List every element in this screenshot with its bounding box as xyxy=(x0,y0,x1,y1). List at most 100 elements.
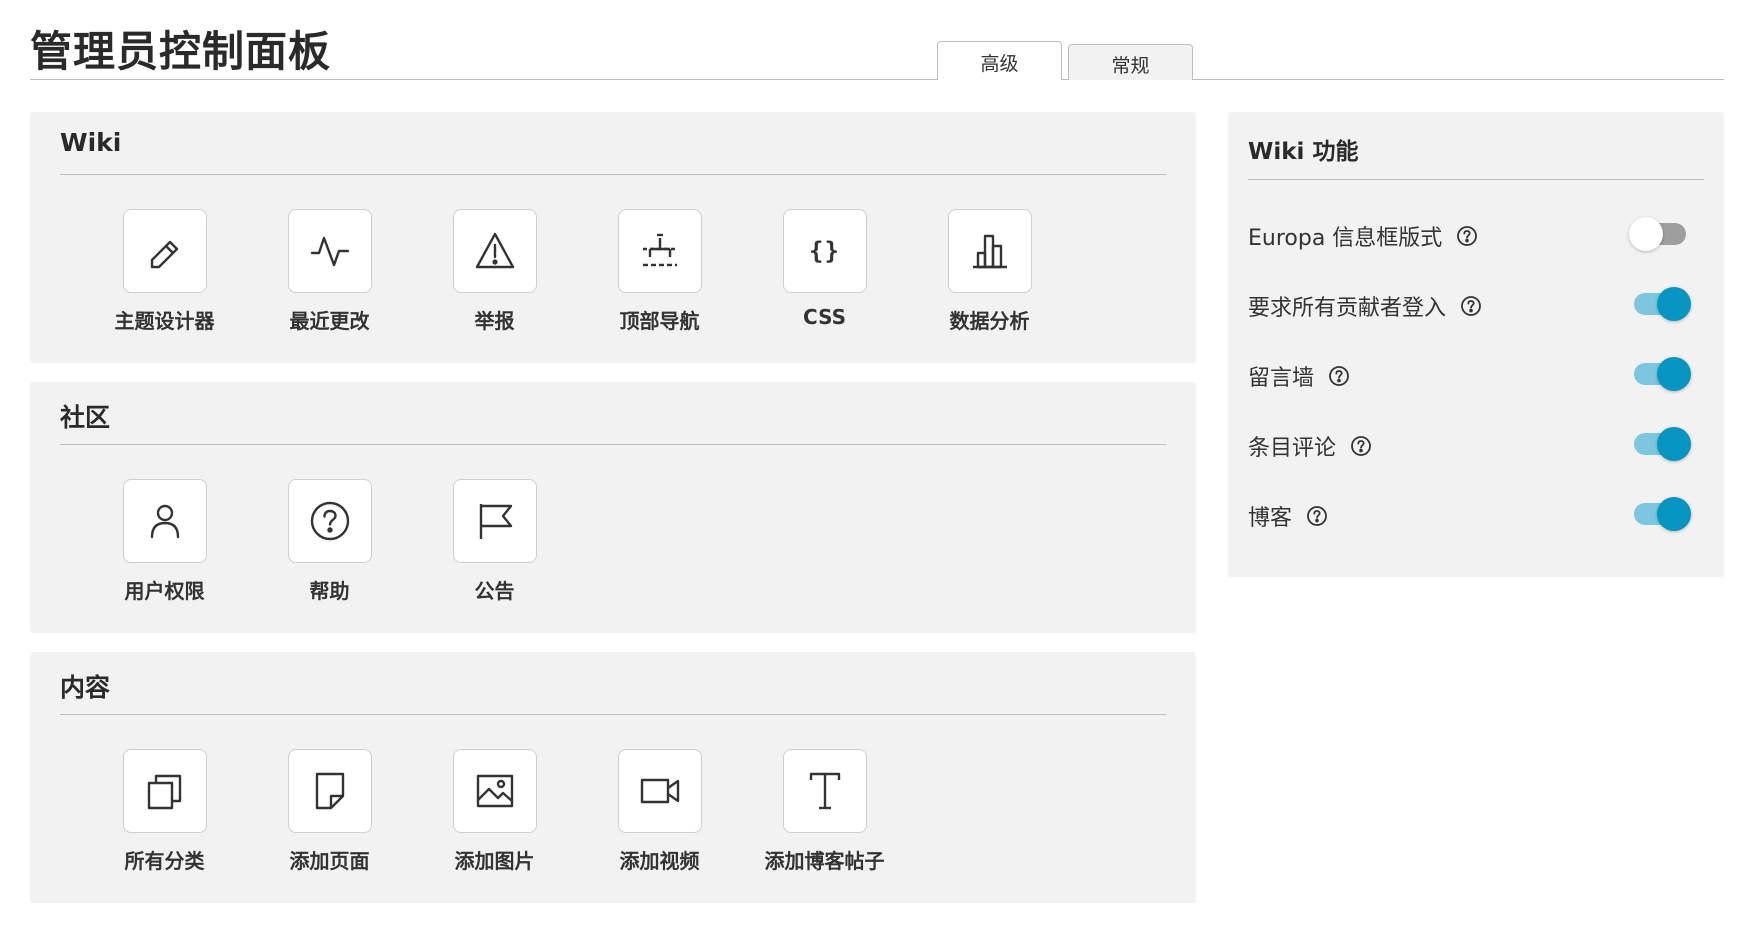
tile-analytics[interactable]: 数据分析 xyxy=(907,209,1072,349)
toggle-knob xyxy=(1657,287,1691,321)
tile-icon-box[interactable] xyxy=(122,749,207,833)
tile-recent-changes[interactable]: 最近更改 xyxy=(247,209,412,349)
tile-label: 所有分类 xyxy=(124,849,205,873)
help-icon[interactable] xyxy=(1328,365,1350,387)
tile-announcements[interactable]: 公告 xyxy=(412,479,577,619)
divider xyxy=(1248,179,1704,180)
tile-add-video[interactable]: 添加视频 xyxy=(577,749,742,889)
feature-label: 留言墙 xyxy=(1248,366,1315,391)
tile-icon-box[interactable] xyxy=(947,209,1032,293)
feature-label: 条目评论 xyxy=(1248,436,1337,461)
image-icon xyxy=(476,774,513,808)
feature-row-europa-infobox: Europa 信息框版式 xyxy=(1248,214,1704,254)
tile-add-blog-post[interactable]: 添加博客帖子 xyxy=(742,749,907,889)
feature-row-message-wall: 留言墙 xyxy=(1248,354,1704,394)
toggle-knob xyxy=(1657,497,1691,531)
tile-icon-box[interactable] xyxy=(287,749,372,833)
tile-icon-box[interactable] xyxy=(122,209,207,293)
tile-all-categories[interactable]: 所有分类 xyxy=(82,749,247,889)
tile-label: 添加图片 xyxy=(454,849,535,873)
panel-title: Wiki 功能 xyxy=(1248,139,1359,165)
tile-label: 添加视频 xyxy=(619,849,700,873)
help-icon[interactable] xyxy=(1350,435,1372,457)
tile-label: 添加页面 xyxy=(289,849,370,873)
tile-icon-box[interactable] xyxy=(287,209,372,293)
tile-list: 所有分类 添加页面 添加图片 添加视频 添加博客帖子 xyxy=(82,749,907,889)
tile-add-image[interactable]: 添加图片 xyxy=(412,749,577,889)
tile-label: 用户权限 xyxy=(124,579,205,603)
help-icon[interactable] xyxy=(1456,225,1478,247)
toggle-switch[interactable] xyxy=(1631,287,1691,321)
tile-icon-box[interactable] xyxy=(452,209,537,293)
section-title: Wiki xyxy=(60,128,122,157)
tile-label: 添加博客帖子 xyxy=(764,849,885,873)
tile-reports[interactable]: 举报 xyxy=(412,209,577,349)
text-icon xyxy=(809,772,840,810)
tile-icon-box[interactable] xyxy=(287,479,372,563)
tab-advanced[interactable]: 高级 xyxy=(937,41,1062,80)
warning-icon xyxy=(475,232,514,269)
toggle-switch[interactable] xyxy=(1631,427,1691,461)
tile-label: 数据分析 xyxy=(949,309,1030,333)
section-wiki: Wiki 主题设计器 最近更改 举报 顶部导航 {} CSS 数据分析 xyxy=(30,112,1196,363)
tile-user-rights[interactable]: 用户权限 xyxy=(82,479,247,619)
tab-general[interactable]: 常规 xyxy=(1068,44,1193,80)
tab-bar: 高级 常规 xyxy=(937,41,1199,80)
video-icon xyxy=(640,778,679,804)
tile-top-navigation[interactable]: 顶部导航 xyxy=(577,209,742,349)
tile-theme-designer[interactable]: 主题设计器 xyxy=(82,209,247,349)
tile-label: 举报 xyxy=(474,309,515,333)
help-icon[interactable] xyxy=(1306,505,1328,527)
tile-add-page[interactable]: 添加页面 xyxy=(247,749,412,889)
divider xyxy=(60,444,1166,445)
divider xyxy=(60,714,1166,715)
section-content: 内容 所有分类 添加页面 添加图片 添加视频 添加博客帖子 xyxy=(30,652,1196,903)
section-title: 社区 xyxy=(60,403,111,432)
feature-row-blog: 博客 xyxy=(1248,494,1704,534)
toggle-switch[interactable] xyxy=(1629,217,1689,251)
tile-icon-box[interactable] xyxy=(782,749,867,833)
toggle-knob xyxy=(1657,427,1691,461)
tile-icon-box[interactable]: {} xyxy=(782,209,867,293)
tile-help[interactable]: 帮助 xyxy=(247,479,412,619)
wiki-features-panel: Wiki 功能 Europa 信息框版式 要求所有贡献者登入 留言墙 条目评论 … xyxy=(1228,112,1724,577)
tile-label: CSS xyxy=(803,305,846,329)
toggle-switch[interactable] xyxy=(1631,357,1691,391)
pencil-icon xyxy=(150,240,178,269)
tile-icon-box[interactable] xyxy=(122,479,207,563)
toggle-knob xyxy=(1629,217,1663,251)
divider xyxy=(60,174,1166,175)
toggle-knob xyxy=(1657,357,1691,391)
activity-icon xyxy=(310,236,349,267)
feature-label: 博客 xyxy=(1248,506,1293,531)
tile-label: 主题设计器 xyxy=(114,309,215,333)
help-icon[interactable] xyxy=(1460,295,1482,317)
tile-list: 主题设计器 最近更改 举报 顶部导航 {} CSS 数据分析 xyxy=(82,209,1072,349)
feature-row-require-login: 要求所有贡献者登入 xyxy=(1248,284,1704,324)
feature-label: 要求所有贡献者登入 xyxy=(1248,296,1447,321)
page-title: 管理员控制面板 xyxy=(30,27,332,76)
tile-icon-box[interactable] xyxy=(452,479,537,563)
toggle-switch[interactable] xyxy=(1631,497,1691,531)
section-community: 社区 用户权限 帮助 公告 xyxy=(30,382,1196,633)
tile-icon-box[interactable] xyxy=(617,209,702,293)
categories-icon xyxy=(147,774,181,810)
feature-label: Europa 信息框版式 xyxy=(1248,226,1443,251)
feature-row-article-comments: 条目评论 xyxy=(1248,424,1704,464)
tile-icon-box[interactable] xyxy=(452,749,537,833)
tile-label: 顶部导航 xyxy=(619,309,700,333)
question-circle-icon xyxy=(310,501,349,541)
tile-list: 用户权限 帮助 公告 xyxy=(82,479,577,619)
header: 管理员控制面板 高级 常规 xyxy=(30,0,1724,80)
top-navigation-icon xyxy=(642,233,677,267)
tile-label: 公告 xyxy=(474,579,515,603)
page-icon xyxy=(315,772,344,810)
section-title: 内容 xyxy=(60,673,111,702)
flag-icon xyxy=(479,504,512,539)
css-braces-icon: {} xyxy=(809,237,840,265)
tile-css[interactable]: {} CSS xyxy=(742,209,907,349)
tile-label: 最近更改 xyxy=(289,309,370,333)
user-icon xyxy=(150,504,179,539)
tile-icon-box[interactable] xyxy=(617,749,702,833)
tile-label: 帮助 xyxy=(309,579,350,603)
